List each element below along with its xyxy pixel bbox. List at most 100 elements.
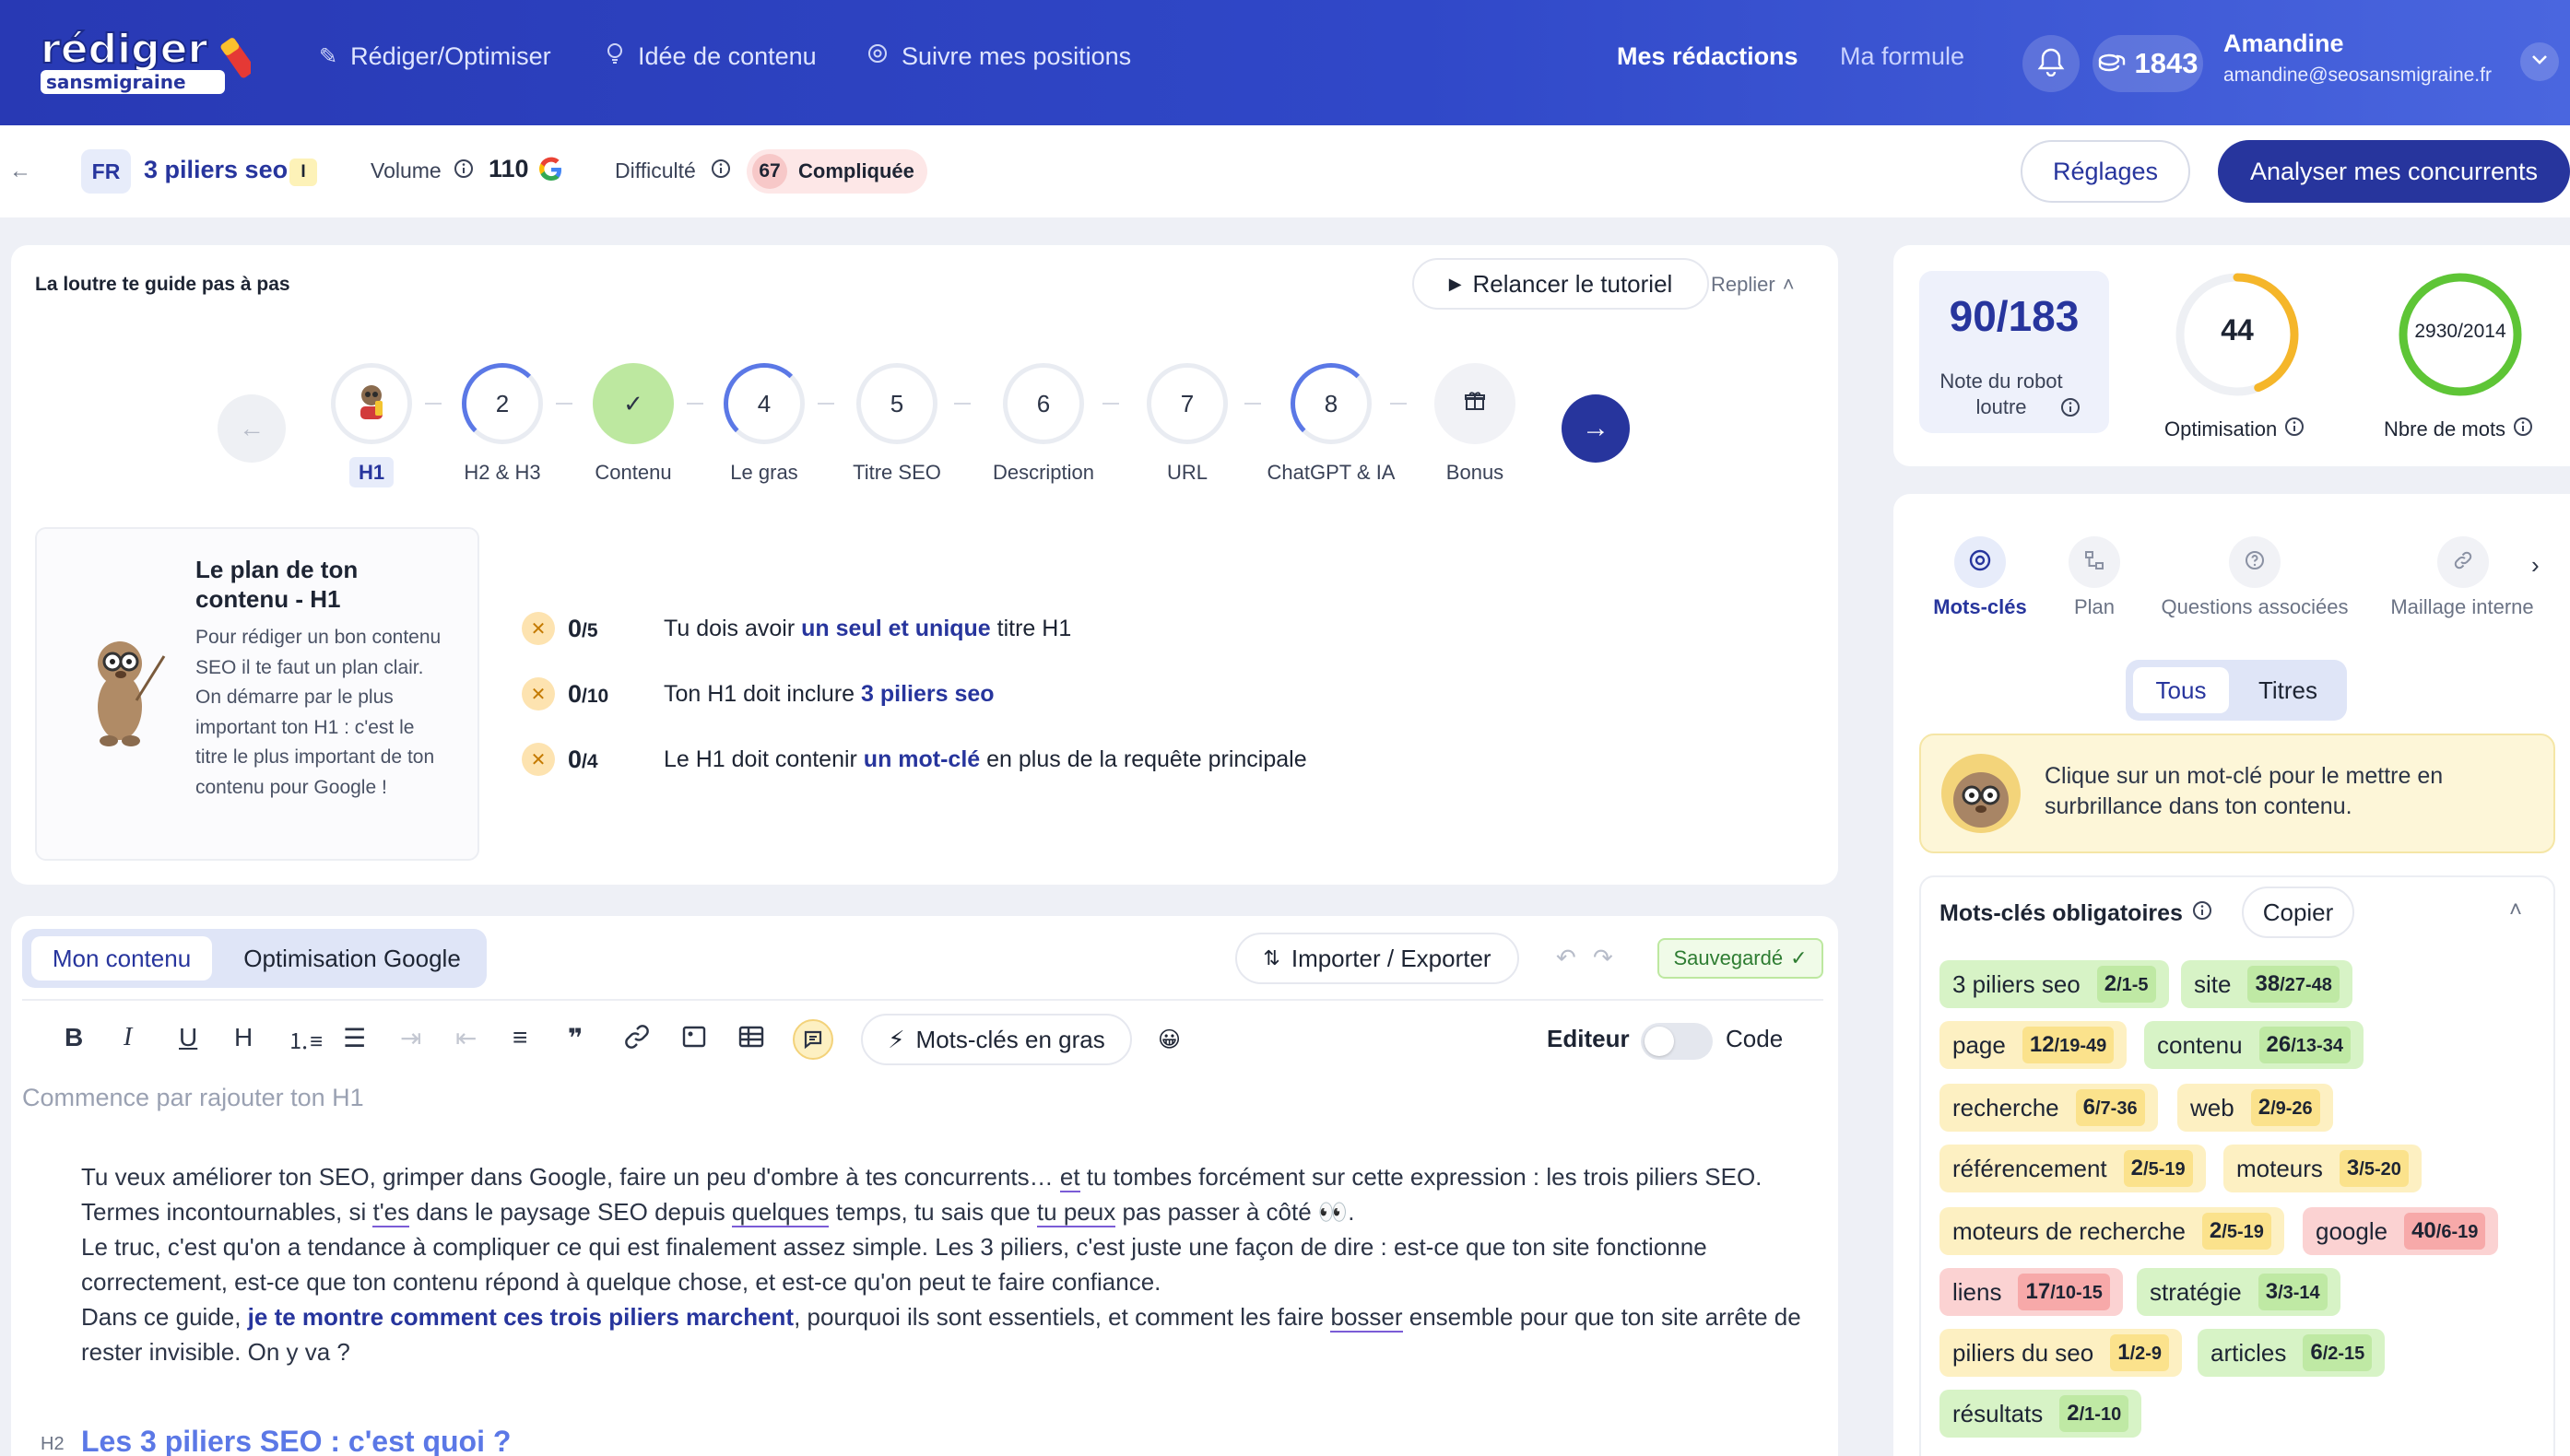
image-icon[interactable]	[680, 1023, 708, 1057]
outdent-icon[interactable]: ⇤	[455, 1023, 477, 1053]
keyword-chip[interactable]: contenu 26/13-34	[2144, 1021, 2364, 1069]
editor-code-toggle[interactable]	[1641, 1023, 1713, 1060]
info-icon[interactable]	[711, 159, 731, 183]
copy-keywords-button[interactable]: Copier	[2242, 887, 2354, 938]
analyze-competitors-button[interactable]: Analyser mes concurrents	[2218, 140, 2570, 203]
link-icon	[2452, 549, 2474, 576]
step-connector	[818, 403, 834, 405]
step-label: ChatGPT & IA	[1267, 461, 1396, 484]
heading-icon[interactable]: H	[234, 1023, 253, 1052]
h1-placeholder[interactable]: Commence par rajouter ton H1	[22, 1084, 364, 1112]
step-connector	[556, 403, 572, 405]
keyword-chip[interactable]: site 38/27-48	[2181, 960, 2352, 1008]
tab-questions[interactable]	[2229, 536, 2281, 588]
app-logo[interactable]: rédiger sansmigraine	[39, 20, 255, 100]
notifications-button[interactable]	[2022, 35, 2080, 92]
keyword-chip[interactable]: web 2/9-26	[2177, 1084, 2333, 1132]
comment-icon[interactable]	[793, 1019, 833, 1060]
table-icon[interactable]	[737, 1023, 765, 1057]
bullet-list-icon[interactable]: ☰	[343, 1023, 366, 1053]
h2-heading[interactable]: Les 3 piliers SEO : c'est quoi ?	[81, 1425, 511, 1456]
keyword-chip[interactable]: stratégie 3/3-14	[2137, 1268, 2340, 1316]
nav-suivre-positions[interactable]: Suivre mes positions	[866, 42, 1131, 71]
h2-tag: H2	[41, 1434, 65, 1454]
step-contenu[interactable]: ✓	[593, 363, 674, 444]
bold-icon[interactable]: B	[65, 1023, 83, 1052]
keyword-chip[interactable]: moteurs 3/5-20	[2223, 1145, 2422, 1192]
nav-rediger-optimiser[interactable]: ✎ Rédiger/Optimiser	[319, 42, 551, 71]
tab-optimisation-google[interactable]: Optimisation Google	[227, 936, 477, 980]
optimisation-gauge: 44	[2174, 271, 2301, 398]
restart-tutorial-button[interactable]: ▶ Relancer le tutoriel	[1412, 258, 1709, 310]
prev-step-button[interactable]: ←	[218, 394, 286, 463]
step-titre-seo[interactable]: 5	[856, 363, 937, 444]
step-chatgpt-ia[interactable]: 8	[1291, 363, 1372, 444]
otter-avatar	[1941, 754, 2021, 833]
top-navbar: rédiger sansmigraine ✎ Rédiger/Optimiser…	[0, 0, 2570, 125]
tab-mots-cles[interactable]	[1954, 536, 2006, 588]
undo-icon[interactable]: ↶	[1556, 944, 1576, 972]
step-description[interactable]: 6	[1003, 363, 1084, 444]
keyword-chip[interactable]: articles 6/2-15	[2198, 1329, 2386, 1377]
editor-mode-label: Editeur	[1547, 1025, 1630, 1052]
keyword-chip[interactable]: résultats 2/1-10	[1939, 1390, 2142, 1438]
quote-icon[interactable]: ❞	[568, 1023, 583, 1053]
tab-maillage[interactable]	[2437, 536, 2489, 588]
paragraph: Dans ce guide, je te montre comment ces …	[81, 1303, 1801, 1366]
difficulty-badge: 67 Compliquée	[747, 149, 927, 194]
keyword-chip[interactable]: piliers du seo 1/2-9	[1939, 1329, 2183, 1377]
user-menu-button[interactable]	[2520, 42, 2559, 81]
ordered-list-icon[interactable]: ⒈≡	[288, 1023, 323, 1055]
robot-score-label: Note du robot loutre	[1939, 370, 2063, 418]
tab-label: Maillage interne	[2390, 595, 2534, 618]
redo-icon[interactable]: ↷	[1593, 944, 1613, 972]
chevron-right-icon[interactable]: ›	[2531, 551, 2540, 580]
rule-h1-extra-keyword: ✕ 0/4 Le H1 doit contenir un mot-clé en …	[522, 743, 1307, 776]
otter-avatar-icon	[353, 381, 390, 428]
nav-ma-formule[interactable]: Ma formule	[1840, 42, 1964, 71]
link-icon[interactable]	[623, 1023, 651, 1057]
info-icon[interactable]	[454, 159, 474, 183]
indent-icon[interactable]: ⇥	[400, 1023, 421, 1053]
info-icon[interactable]	[2060, 397, 2081, 422]
step-url[interactable]: 7	[1147, 363, 1228, 444]
italic-icon[interactable]: I	[124, 1023, 132, 1052]
step-h1[interactable]	[331, 363, 412, 444]
step-h2-h3[interactable]: 2	[462, 363, 543, 444]
chevron-up-icon[interactable]: ˄	[2509, 898, 2522, 923]
main-keyword: 3 piliers seo	[144, 156, 289, 183]
editor-content[interactable]: Tu veux améliorer ton SEO, grimper dans …	[81, 1159, 1814, 1369]
emoji-icon[interactable]: 😀	[1158, 1027, 1181, 1053]
keyword-chip[interactable]: liens 17/10-15	[1939, 1268, 2123, 1316]
keyword-chip[interactable]: page 12/19-49	[1939, 1021, 2128, 1069]
robot-score: 90/183	[1949, 292, 2080, 340]
filter-tous[interactable]: Tous	[2133, 667, 2229, 713]
keyword-chip[interactable]: référencement 2/5-19	[1939, 1145, 2206, 1192]
next-step-button[interactable]: →	[1562, 394, 1630, 463]
info-icon[interactable]	[2513, 417, 2533, 442]
keyword-chip[interactable]: google 40/6-19	[2303, 1207, 2499, 1255]
underline-icon[interactable]: U	[179, 1023, 197, 1052]
tab-label: Plan	[2073, 595, 2116, 618]
step-le-gras[interactable]: 4	[724, 363, 805, 444]
info-icon[interactable]	[2284, 417, 2305, 442]
step-bonus[interactable]	[1434, 363, 1515, 444]
settings-button[interactable]: Réglages	[2021, 140, 2190, 203]
keyword-chip[interactable]: recherche 6/7-36	[1939, 1084, 2158, 1132]
credits-badge[interactable]: 1843	[2093, 35, 2203, 92]
paragraph: Tu veux améliorer ton SEO, grimper dans …	[81, 1163, 1762, 1192]
collapse-button[interactable]: Replier ˄	[1711, 273, 1795, 297]
nav-idee-contenu[interactable]: Idée de contenu	[605, 42, 817, 71]
bold-keywords-button[interactable]: ⚡ Mots-clés en gras	[861, 1014, 1132, 1065]
align-icon[interactable]: ≡	[513, 1023, 527, 1052]
keyword-chip[interactable]: 3 piliers seo 2/1-5	[1939, 960, 2169, 1008]
import-export-button[interactable]: ⇅ Importer / Exporter	[1235, 933, 1519, 984]
difficulty-label: Difficulté	[615, 159, 696, 182]
tab-mon-contenu[interactable]: Mon contenu	[31, 936, 212, 980]
filter-titres[interactable]: Titres	[2240, 667, 2336, 713]
back-arrow-icon[interactable]: ←	[9, 159, 31, 184]
keyword-chip[interactable]: moteurs de recherche 2/5-19	[1939, 1207, 2284, 1255]
nav-mes-redactions[interactable]: Mes rédactions	[1617, 42, 1798, 71]
tab-plan[interactable]	[2069, 536, 2120, 588]
info-icon[interactable]	[2192, 900, 2212, 927]
